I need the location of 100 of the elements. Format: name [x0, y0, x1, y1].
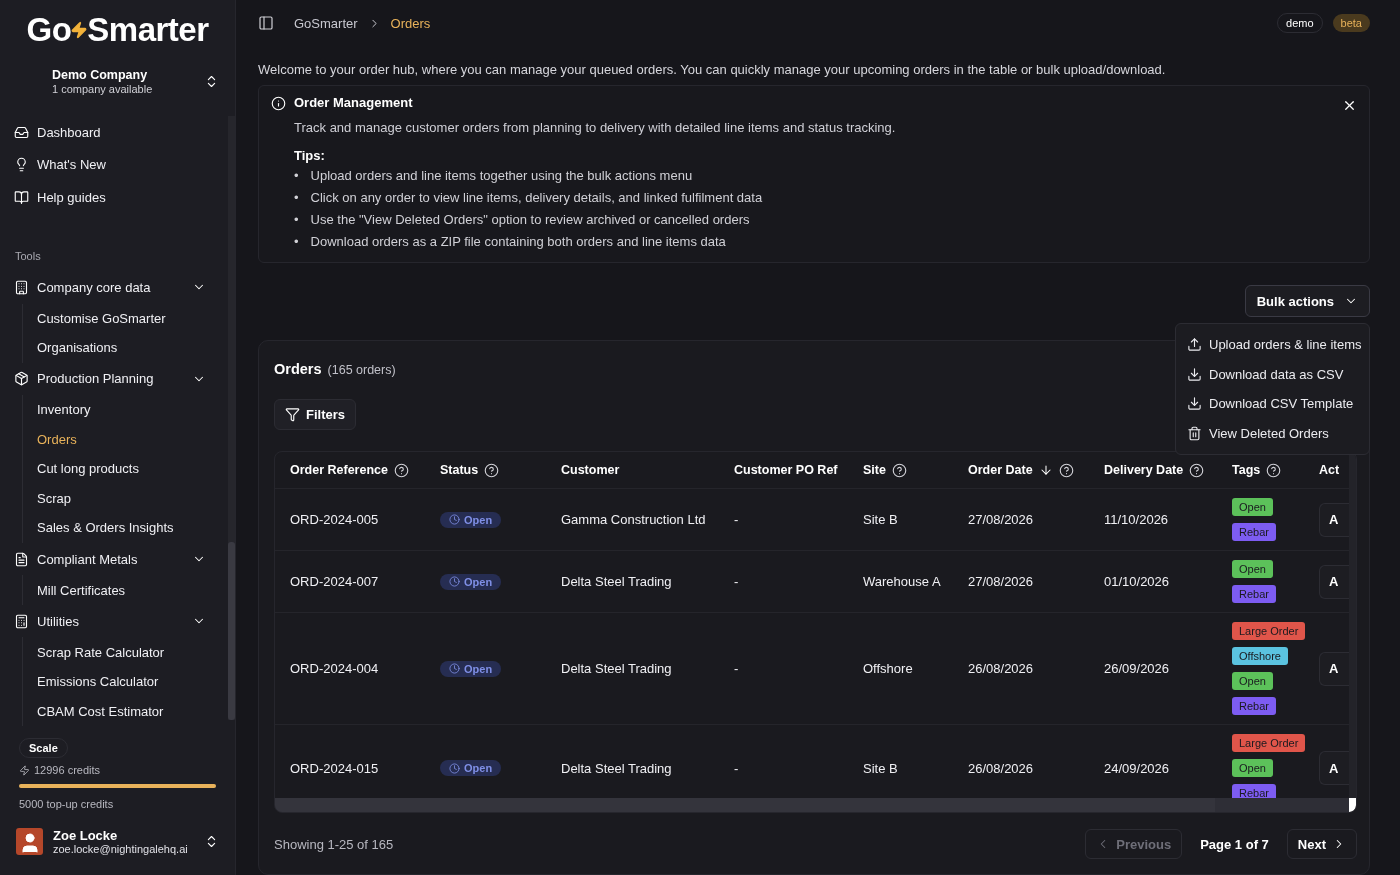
status-badge: Open — [440, 573, 502, 590]
badge: beta — [1332, 14, 1370, 32]
sidebar-toggle-icon[interactable] — [258, 15, 274, 31]
table-cell-text: Offshore — [862, 661, 914, 676]
nav-item[interactable]: Customise GoSmarter — [37, 303, 220, 334]
filter-icon — [285, 407, 300, 422]
tag: Rebar — [1232, 784, 1276, 798]
showing-text: Showing 1-25 of 165 — [274, 836, 394, 852]
table-cell-text: ORD-2024-015 — [289, 760, 380, 776]
scrollbar[interactable] — [1349, 452, 1356, 812]
credits-text: 12996 credits — [34, 764, 101, 776]
column-header[interactable]: Status — [440, 463, 479, 477]
column-header[interactable]: Order Reference — [290, 463, 388, 477]
tag: Open — [1232, 498, 1273, 516]
intro-text: Welcome to your order hub, where you can manage your queued orders. You can quickly manage your upcoming orders in the table or bulk upload/download. — [258, 62, 1167, 77]
table-cell-text: - — [733, 574, 740, 589]
column-header[interactable]: Site — [863, 463, 886, 477]
table-cell-text: ORD-2024-005 — [289, 512, 380, 527]
info-description: Track and manage customer orders from planning to delivery with detailed line items and status tracking. — [294, 120, 897, 135]
info-title: Order Management — [294, 95, 414, 110]
scrollbar[interactable] — [228, 116, 235, 720]
tag: Open — [1232, 759, 1273, 777]
info-icon — [271, 96, 286, 111]
nav-item[interactable]: Organisations — [37, 333, 220, 363]
menu-icon — [1187, 366, 1202, 382]
logo-text: Smarter — [87, 11, 209, 49]
user-name: Zoe Locke — [53, 828, 119, 843]
nav-group[interactable]: Compliant Metals — [14, 542, 220, 576]
nav-icon — [14, 551, 29, 567]
nav-item[interactable]: Inventory — [37, 395, 220, 425]
status-badge: Open — [440, 760, 502, 776]
nav-item[interactable]: Emissions Calculator — [37, 667, 220, 697]
action-button[interactable]: A — [1319, 751, 1349, 785]
table-cell-text: 11/10/2026 — [1103, 512, 1170, 527]
nav-group[interactable]: Production Planning — [14, 362, 220, 396]
nav-item[interactable]: Mill Certificates — [37, 575, 220, 605]
nav-icon — [14, 190, 29, 206]
nav-item[interactable]: CBAM Cost Estimator — [37, 696, 220, 726]
nav-item[interactable]: Cut long products — [37, 454, 220, 484]
menu-item[interactable]: Download data as CSV — [1180, 359, 1365, 389]
action-button[interactable]: A — [1319, 564, 1349, 599]
bullet-mark: • — [294, 167, 299, 184]
column-header[interactable]: Customer — [561, 463, 620, 477]
menu-icon — [1187, 337, 1202, 353]
table-cell-text: - — [733, 760, 740, 776]
table-cell-text: ORD-2024-007 — [289, 574, 380, 589]
nav-item[interactable]: What's New — [14, 148, 220, 182]
page-indicator: Page 1 of 7 — [1200, 836, 1269, 852]
nav-group[interactable]: Utilities — [14, 604, 220, 638]
column-header[interactable]: Customer PO Ref — [734, 463, 838, 477]
clock-icon — [449, 576, 460, 587]
breadcrumb[interactable]: GoSmarter — [294, 15, 358, 31]
tag: Open — [1232, 560, 1273, 578]
action-button[interactable]: A — [1319, 502, 1349, 537]
table-cell-text: Site B — [862, 512, 899, 527]
table-cell-text: 01/10/2026 — [1103, 574, 1171, 589]
card-title: Orders — [274, 361, 322, 377]
column-header[interactable]: Order Date — [968, 463, 1033, 477]
nav-icon — [14, 279, 29, 295]
close-button[interactable] — [1342, 98, 1357, 113]
tip-item: Download orders as a ZIP file containing both orders and line items data — [310, 233, 726, 250]
user-email: zoe.locke@nightingalehq.ai — [53, 843, 189, 855]
action-button[interactable]: A — [1319, 651, 1349, 686]
nav-item[interactable]: Help guides — [14, 181, 220, 214]
tip-item: Upload orders and line items together using the bulk actions menu — [310, 167, 693, 184]
topup-credits: 5000 top-up credits — [19, 798, 115, 810]
table-cell-text: 26/08/2026 — [967, 661, 1035, 676]
clock-icon — [449, 663, 460, 674]
table-cell-text: Site B — [862, 760, 899, 776]
table-cell-text: Warehouse A — [862, 574, 942, 589]
plan-badge: Scale — [19, 738, 68, 758]
nav-item[interactable]: Scrap Rate Calculator — [37, 637, 220, 667]
column-header[interactable]: Tags — [1232, 463, 1261, 477]
column-header[interactable]: Delivery Date — [1104, 463, 1184, 477]
menu-icon — [1187, 396, 1202, 412]
nav-item[interactable]: Sales & Orders Insights — [37, 513, 220, 543]
bulk-actions-button[interactable]: Bulk actions — [1244, 285, 1370, 317]
table-cell-text: 27/08/2026 — [967, 512, 1035, 527]
tips-label: Tips: — [294, 148, 326, 163]
nav-item[interactable]: Orders — [37, 424, 220, 455]
table-cell-text: Delta Steel Trading — [560, 760, 673, 776]
clock-icon — [449, 762, 460, 774]
tag: Large Order — [1232, 734, 1306, 752]
table-cell-text: Delta Steel Trading — [560, 661, 673, 676]
menu-icon — [1187, 425, 1202, 441]
column-header[interactable]: Act — [1319, 463, 1340, 477]
breadcrumb[interactable]: Orders — [390, 15, 431, 31]
bullet-mark: • — [294, 211, 299, 228]
next-button[interactable]: Next — [1286, 829, 1357, 859]
nav-item[interactable]: Scrap — [37, 483, 220, 514]
tag: Offshore — [1232, 647, 1288, 665]
nav-group[interactable]: Company core data — [14, 270, 220, 304]
scrollbar[interactable] — [275, 798, 1349, 812]
menu-item[interactable]: View Deleted Orders — [1180, 418, 1365, 448]
menu-item[interactable]: Upload orders & line items — [1180, 330, 1365, 360]
menu-item[interactable]: Download CSV Template — [1180, 389, 1365, 419]
avatar — [16, 828, 43, 855]
nav-item[interactable]: Dashboard — [14, 116, 220, 149]
company-name: Demo Company — [52, 67, 149, 82]
filters-button[interactable]: Filters — [274, 399, 356, 430]
